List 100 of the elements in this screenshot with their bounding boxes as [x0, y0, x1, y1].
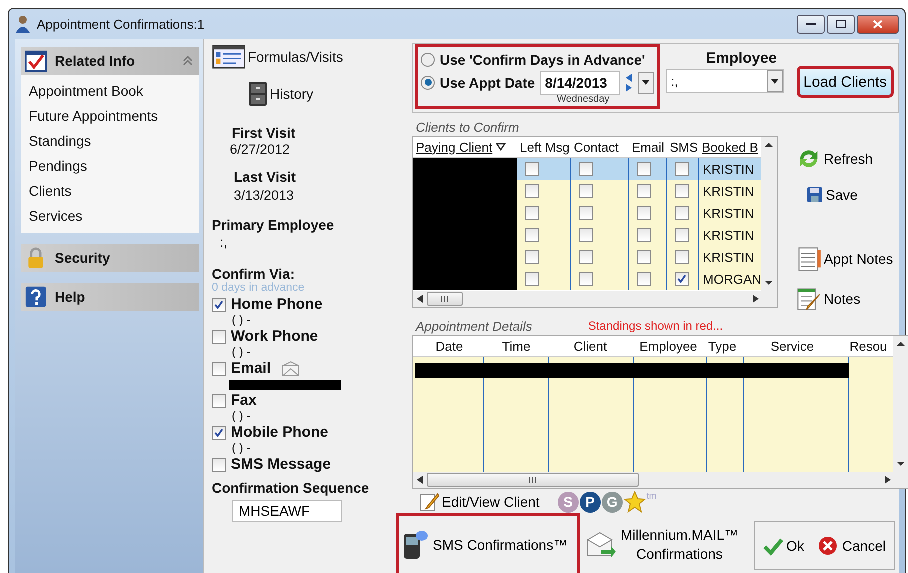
scroll-left-icon[interactable]	[417, 295, 423, 303]
column-header[interactable]: Resou	[843, 338, 891, 354]
checkbox[interactable]	[212, 362, 226, 376]
checkbox-label: Email	[231, 360, 272, 378]
section-header[interactable]: Help	[21, 283, 199, 311]
checkbox[interactable]	[637, 250, 651, 264]
sidebar-item[interactable]: Standings	[29, 133, 191, 150]
sms-confirmations-button[interactable]: SMS Confirmations™	[398, 515, 578, 573]
checkbox[interactable]	[212, 298, 226, 312]
spinner-icon[interactable]	[625, 72, 634, 92]
scroll-left-icon[interactable]	[417, 476, 423, 484]
checkbox[interactable]	[525, 206, 539, 220]
checkbox[interactable]	[637, 184, 651, 198]
checkbox[interactable]	[579, 184, 593, 198]
checkbox[interactable]	[675, 228, 689, 242]
checkbox[interactable]	[579, 250, 593, 264]
maximize-button[interactable]	[827, 14, 855, 34]
column-header[interactable]: Time	[483, 338, 547, 354]
table-row[interactable]: KRISTIN	[413, 202, 761, 224]
scrollbar[interactable]	[413, 291, 777, 307]
checkbox[interactable]	[525, 228, 539, 242]
mail-confirmations-button[interactable]: Millennium.MAIL™ Confirmations	[578, 515, 748, 573]
column-header[interactable]: Type	[703, 338, 739, 354]
action-button[interactable]: Notes	[796, 286, 894, 312]
checkbox[interactable]	[525, 162, 539, 176]
note-pencil-icon	[796, 286, 822, 312]
table-row[interactable]: KRISTIN	[413, 158, 761, 180]
table-row[interactable]: KRISTIN	[413, 246, 761, 268]
radio-button[interactable]	[421, 76, 435, 90]
checkbox[interactable]	[579, 272, 593, 286]
checkbox[interactable]	[525, 272, 539, 286]
action-button[interactable]: Appt Notes	[796, 246, 894, 272]
column-header[interactable]: Contact	[571, 140, 629, 154]
edit-client-button[interactable]: Edit/View Client	[420, 492, 540, 512]
checkbox[interactable]	[637, 206, 651, 220]
checkbox[interactable]	[579, 162, 593, 176]
radio-button[interactable]	[421, 52, 435, 66]
checkbox[interactable]	[675, 272, 689, 286]
checkbox[interactable]	[579, 206, 593, 220]
sidebar-item[interactable]: Services	[29, 208, 191, 225]
column-header[interactable]: Booked B	[699, 140, 759, 154]
column-header[interactable]: SMS	[667, 140, 699, 154]
link[interactable]: Formulas/Visits	[212, 45, 408, 69]
scroll-thumb[interactable]	[427, 292, 463, 306]
scroll-right-icon[interactable]	[885, 476, 891, 484]
checkbox-label: Fax	[231, 392, 257, 410]
load-clients-button[interactable]: Load Clients	[798, 68, 892, 96]
scroll-thumb[interactable]	[427, 473, 639, 487]
checkbox[interactable]	[675, 206, 689, 220]
column-header[interactable]: Employee	[631, 338, 703, 354]
column-header[interactable]: Date	[413, 338, 483, 354]
section-header[interactable]: Security	[21, 244, 199, 272]
status-badge: G	[602, 492, 623, 512]
checkbox[interactable]	[212, 330, 226, 344]
action-button[interactable]: Refresh	[796, 146, 894, 172]
scrollbar[interactable]	[413, 472, 908, 488]
sidebar-item[interactable]: Appointment Book	[29, 83, 191, 100]
cancel-button[interactable]: Cancel	[814, 534, 890, 556]
field-label: Last Visit	[234, 169, 297, 185]
collapse-icon[interactable]	[183, 56, 193, 66]
table-row[interactable]: MORGAN	[413, 268, 761, 290]
column-header[interactable]: Left Msg	[517, 140, 571, 154]
checkbox[interactable]	[637, 162, 651, 176]
field-value: :,	[220, 235, 229, 250]
dropdown-button[interactable]	[638, 72, 654, 94]
sidebar-item[interactable]: Clients	[29, 183, 191, 200]
checkbox[interactable]	[212, 426, 226, 440]
checkbox[interactable]	[579, 228, 593, 242]
close-button[interactable]	[857, 14, 899, 34]
sequence-field[interactable]: MHSEAWF	[232, 500, 342, 522]
checkbox[interactable]	[637, 228, 651, 242]
column-header[interactable]: Service	[739, 338, 843, 354]
checkbox[interactable]	[212, 458, 226, 472]
table-row[interactable]: KRISTIN	[413, 180, 761, 202]
ok-button[interactable]: Ok	[758, 534, 808, 556]
employee-dropdown[interactable]: :,	[666, 69, 784, 93]
checkbox[interactable]	[637, 272, 651, 286]
table-cell-text: KRISTIN	[702, 204, 756, 222]
scroll-right-icon[interactable]	[753, 295, 759, 303]
checkbox[interactable]	[525, 250, 539, 264]
checkbox[interactable]	[212, 394, 226, 408]
sidebar-item[interactable]: Pendings	[29, 158, 191, 175]
checkbox[interactable]	[675, 162, 689, 176]
checkbox[interactable]	[525, 184, 539, 198]
table-row[interactable]: KRISTIN	[413, 224, 761, 246]
phone-icon	[403, 530, 429, 560]
date-field[interactable]: 8/14/2013	[540, 70, 620, 94]
section-header[interactable]: Related Info	[21, 47, 199, 75]
action-button[interactable]: Save	[796, 186, 894, 204]
minimize-button[interactable]	[797, 14, 825, 34]
scrollbar[interactable]	[761, 137, 777, 291]
link[interactable]: History	[248, 81, 408, 107]
column-header[interactable]: Paying Client	[413, 140, 517, 154]
sidebar-item[interactable]: Future Appointments	[29, 108, 191, 125]
column-header[interactable]: Client	[547, 338, 631, 354]
checkbox[interactable]	[675, 250, 689, 264]
checkbox[interactable]	[675, 184, 689, 198]
column-header[interactable]: Email	[629, 140, 667, 154]
status-badge: S	[558, 492, 579, 512]
scrollbar[interactable]	[893, 336, 908, 472]
